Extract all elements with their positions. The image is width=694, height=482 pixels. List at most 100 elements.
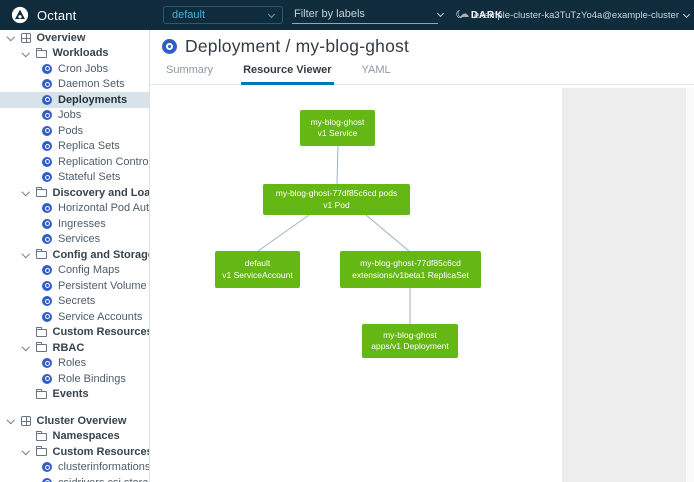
folder-icon [36,189,47,197]
folder-icon [36,433,47,441]
graph-node-pods[interactable]: my-blog-ghost-77df85c6cd pods v1 Pod [263,184,410,215]
tab-yaml[interactable]: YAML [360,64,393,85]
namespace-selector[interactable]: default [163,6,283,24]
sidebar-item-rbac[interactable]: RBAC [0,340,149,356]
sidebar-item-label: Events [53,388,89,400]
page-title-row: Deployment / my-blog-ghost [162,36,694,57]
resource-icon [42,219,52,229]
cloud-icon: ☁ [459,10,469,20]
node-label-line2: v1 Service [302,128,373,139]
sidebar-item-label: Role Bindings [58,373,126,385]
node-label-line1: my-blog-ghost-77df85c6cd pods [265,188,408,199]
sidebar-item-label: Ingresses [58,218,106,230]
folder-icon [36,448,47,456]
sidebar-item-label: Daemon Sets [58,78,125,90]
sidebar-item-clusterinformations[interactable]: clusterinformations.crd.projec [0,460,149,476]
sidebar-item-config-maps[interactable]: Config Maps [0,263,149,279]
sidebar-item-daemon-sets[interactable]: Daemon Sets [0,77,149,93]
node-label-line1: my-blog-ghost [302,117,373,128]
chevron-down-icon [22,343,30,351]
resource-icon [42,141,52,151]
sidebar-item-label: Namespaces [53,430,120,442]
resource-icon [42,234,52,244]
sidebar-item-events[interactable]: Events [0,387,149,403]
sidebar-item-namespaces[interactable]: Namespaces [0,429,149,445]
graph-node-service[interactable]: my-blog-ghost v1 Service [300,110,375,146]
chevron-down-icon [683,10,690,17]
sidebar-item-horizontal-pod-autoscalers[interactable]: Horizontal Pod Autoscalers [0,201,149,217]
sidebar-item-label: Workloads [53,47,109,59]
chevron-down-icon [7,416,15,424]
sidebar-item-label: Replica Sets [58,140,120,152]
sidebar-item-pods[interactable]: Pods [0,123,149,139]
sidebar-item-label: Services [58,233,100,245]
graph-node-deployment[interactable]: my-blog-ghost apps/v1 Deployment [362,324,458,358]
applications-icon [21,416,31,426]
sidebar-item-cron-jobs[interactable]: Cron Jobs [0,61,149,77]
sidebar-item-label: Deployments [58,94,127,106]
sidebar-item-label: Custom Resources [53,326,150,338]
resource-icon [42,374,52,384]
sidebar-item-csidrivers[interactable]: csidrivers.csi.storage.k8s.io [0,475,149,482]
sidebar-item-service-accounts[interactable]: Service Accounts [0,309,149,325]
cluster-context-selector[interactable]: ☁ example-cluster-ka3TuTzYo4a@example-cl… [459,0,689,30]
chevron-down-icon [22,188,30,196]
graph-node-serviceaccount[interactable]: default v1 ServiceAccount [215,251,300,288]
sidebar-item-label: Secrets [58,295,95,307]
folder-icon [36,251,47,259]
applications-icon [21,33,31,43]
graph-node-replicaset[interactable]: my-blog-ghost-77df85c6cd extensions/v1be… [340,251,481,288]
scrollbar-gutter[interactable] [686,88,694,482]
sidebar-item-replica-sets[interactable]: Replica Sets [0,139,149,155]
sidebar-item-workloads[interactable]: Workloads [0,46,149,62]
resource-icon [42,312,52,322]
sidebar-item-discovery-and-load-balancing[interactable]: Discovery and Load Balancing [0,185,149,201]
tab-resource-viewer[interactable]: Resource Viewer [241,64,333,85]
sidebar-item-cluster-overview[interactable]: Cluster Overview [0,413,149,429]
page-title: Deployment / my-blog-ghost [185,36,409,57]
sidebar-item-secrets[interactable]: Secrets [0,294,149,310]
label-filter-input[interactable] [292,8,438,22]
sidebar-item-label: Pods [58,125,83,137]
folder-icon [36,329,47,337]
resource-icon [42,110,52,120]
resource-icon [42,296,52,306]
folder-icon [36,391,47,399]
tab-summary[interactable]: Summary [164,64,215,85]
resource-icon [42,265,52,275]
app-title: Octant [37,8,77,23]
sidebar-item-replication-controllers[interactable]: Replication Controllers [0,154,149,170]
resource-icon [42,462,52,472]
node-label-line1: my-blog-ghost-77df85c6cd [342,258,479,269]
sidebar-item-overview[interactable]: Overview [0,30,149,46]
resource-icon [42,358,52,368]
chevron-down-icon [437,10,444,17]
side-panel [562,88,686,482]
sidebar-item-services[interactable]: Services [0,232,149,248]
tab-bar: Summary Resource Viewer YAML [150,64,694,85]
sidebar-item-label: Stateful Sets [58,171,120,183]
sidebar-item-label: Horizontal Pod Autoscalers [58,202,149,214]
sidebar-item-deployments[interactable]: Deployments [0,92,149,108]
node-label-line2: apps/v1 Deployment [364,341,456,352]
sidebar-item-role-bindings[interactable]: Role Bindings [0,371,149,387]
sidebar-item-config-and-storage[interactable]: Config and Storage [0,247,149,263]
sidebar-item-stateful-sets[interactable]: Stateful Sets [0,170,149,186]
sidebar-item-custom-resources-cluster[interactable]: Custom Resources [0,444,149,460]
sidebar-item-label: Service Accounts [58,311,142,323]
sidebar-item-jobs[interactable]: Jobs [0,108,149,124]
resource-icon [42,478,52,482]
sidebar-item-persistent-volume-claims[interactable]: Persistent Volume Claims [0,278,149,294]
chevron-down-icon [22,48,30,56]
sidebar-item-label: RBAC [53,342,85,354]
sidebar-item-ingresses[interactable]: Ingresses [0,216,149,232]
sidebar-item-roles[interactable]: Roles [0,356,149,372]
sidebar-item-label: Cluster Overview [37,415,127,427]
sidebar-item-custom-resources[interactable]: Custom Resources [0,325,149,341]
sidebar-item-label: clusterinformations.crd.projec [58,461,149,473]
sidebar-item-label: Config and Storage [53,249,150,261]
resource-icon [42,172,52,182]
octant-logo [11,6,29,24]
deployment-icon [162,39,177,54]
sidebar-item-label: Config Maps [58,264,120,276]
